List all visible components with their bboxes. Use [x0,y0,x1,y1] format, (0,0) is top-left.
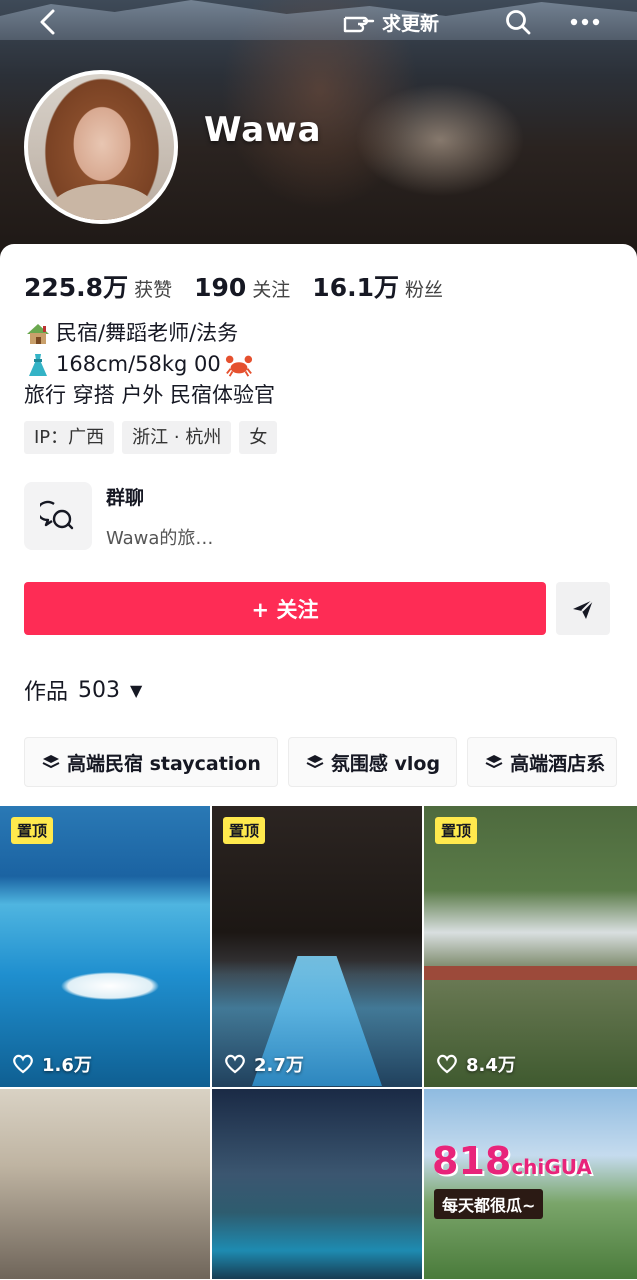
dropdown-triangle-icon: ▼ [130,680,143,700]
follow-button-label: + 关注 [251,597,319,622]
group-chat-title: 群聊 [106,486,145,509]
bio-line-1-text: 民宿/舞蹈老师/法务 [56,321,239,345]
collection-label: 高端民宿 staycation [67,752,261,775]
tag-gender: 女 [239,421,278,454]
video-likes-count: 2.7万 [254,1055,304,1076]
back-button[interactable] [30,4,66,40]
profile-stats: 225.8万 获赞 190 关注 16.1万 粉丝 [24,268,443,304]
layers-icon [485,755,503,769]
bio-line-1: 民宿/舞蹈老师/法务 [24,318,275,349]
collection-chip-staycation[interactable]: 高端民宿 staycation [24,737,278,787]
bridge-shape [424,966,637,980]
stat-likes-label: 获赞 [134,279,173,301]
works-label: 作品 [24,680,69,705]
collections-bar: 高端民宿 staycation 氛围感 vlog 高端酒店系 [24,737,618,787]
tag-region[interactable]: 浙江 · 杭州 [122,421,232,454]
group-chat-entry[interactable]: 群聊 Wawa的旅… [24,482,213,550]
more-options-button[interactable] [562,4,608,40]
stat-following[interactable]: 190 关注 [194,273,290,302]
collection-chip-vlog[interactable]: 氛围感 vlog [287,737,458,787]
chat-bubbles-icon [40,500,74,530]
ad-banner-text: 每天都很瓜~ [434,1189,544,1219]
stat-followers-label: 粉丝 [404,279,443,301]
request-update-button[interactable]: 求更新 [342,4,439,40]
video-tile-ad[interactable]: 818chiGUA 每天都很瓜~ [424,1089,637,1279]
video-tile[interactable]: 置顶 1.6万 [0,806,210,1087]
heart-outline-icon [13,1054,33,1074]
stat-likes[interactable]: 225.8万 获赞 [24,268,172,304]
pinned-badge: 置顶 [11,817,54,844]
bio-line-3: 旅行 穿搭 户外 民宿体验官 [24,380,275,411]
more-dots-icon [570,18,600,26]
tag-ip-location: IP：广西 [24,421,115,454]
video-likes-count: 8.4万 [466,1055,516,1076]
dress-emoji-icon [29,353,47,376]
video-tile[interactable] [0,1089,210,1279]
follow-button[interactable]: + 关注 [24,582,546,635]
crab-emoji-icon [225,355,252,377]
share-profile-button[interactable] [556,582,610,635]
layers-icon [42,755,60,769]
group-chat-text: 群聊 Wawa的旅… [106,483,213,550]
stat-likes-value: 225.8万 [24,273,129,302]
request-update-label: 求更新 [382,12,440,35]
bio-line-2: 168cm/58kg 00 [24,349,275,380]
profile-bio: 民宿/舞蹈老师/法务 168cm/58kg 00 旅行 穿搭 户外 民宿体验官 [24,318,275,411]
group-chat-subtitle: Wawa的旅… [106,527,214,549]
stat-following-label: 关注 [252,279,291,301]
video-likes: 1.6万 [12,1051,92,1077]
layers-icon [306,755,324,769]
video-likes-count: 1.6万 [42,1055,92,1076]
profile-avatar[interactable] [24,70,178,224]
stat-followers-value: 16.1万 [312,273,399,302]
works-tab[interactable]: 作品 503 ▼ [24,674,142,706]
ad-logo: 818chiGUA [432,1139,592,1183]
avatar-sweater-shape [48,184,158,220]
header-mountain-backdrop [0,0,637,40]
heart-outline-icon [437,1054,457,1074]
group-chat-icon-box [24,482,92,550]
profile-username: Wawa [204,110,322,150]
stat-following-value: 190 [194,273,247,302]
ad-logo-suffix: chiGUA [511,1155,592,1179]
pinned-badge: 置顶 [435,817,478,844]
collection-label: 高端酒店系 [510,752,606,775]
video-tile[interactable] [212,1089,422,1279]
send-arrow-icon [573,598,594,619]
heart-outline-icon [225,1054,245,1074]
house-emoji-icon [27,323,49,344]
bio-line-2-text: 168cm/58kg 00 [56,352,221,376]
collection-label: 氛围感 vlog [330,752,441,775]
bio-line-3-text: 旅行 穿搭 户外 民宿体验官 [24,383,276,407]
video-tile[interactable]: 置顶 2.7万 [212,806,422,1087]
collection-chip-hotel[interactable]: 高端酒店系 [467,737,618,787]
video-tile[interactable]: 置顶 8.4万 [424,806,637,1087]
pinned-badge: 置顶 [223,817,266,844]
stat-followers[interactable]: 16.1万 粉丝 [312,268,443,304]
works-count: 503 [78,677,121,703]
profile-header-background: 求更新 Wawa [0,0,637,270]
search-icon [506,10,531,35]
ad-logo-number: 818 [432,1139,512,1183]
profile-tags: IP：广西 浙江 · 杭州 女 [24,421,278,454]
pointing-hand-icon [343,16,375,33]
video-grid: 置顶 1.6万 置顶 2.7万 置顶 8.4万 818chiGUA 每天都很瓜~ [0,806,637,1279]
search-button[interactable] [498,4,538,40]
video-likes: 8.4万 [436,1051,516,1077]
video-likes: 2.7万 [224,1051,304,1077]
back-arrow-icon [40,9,55,35]
